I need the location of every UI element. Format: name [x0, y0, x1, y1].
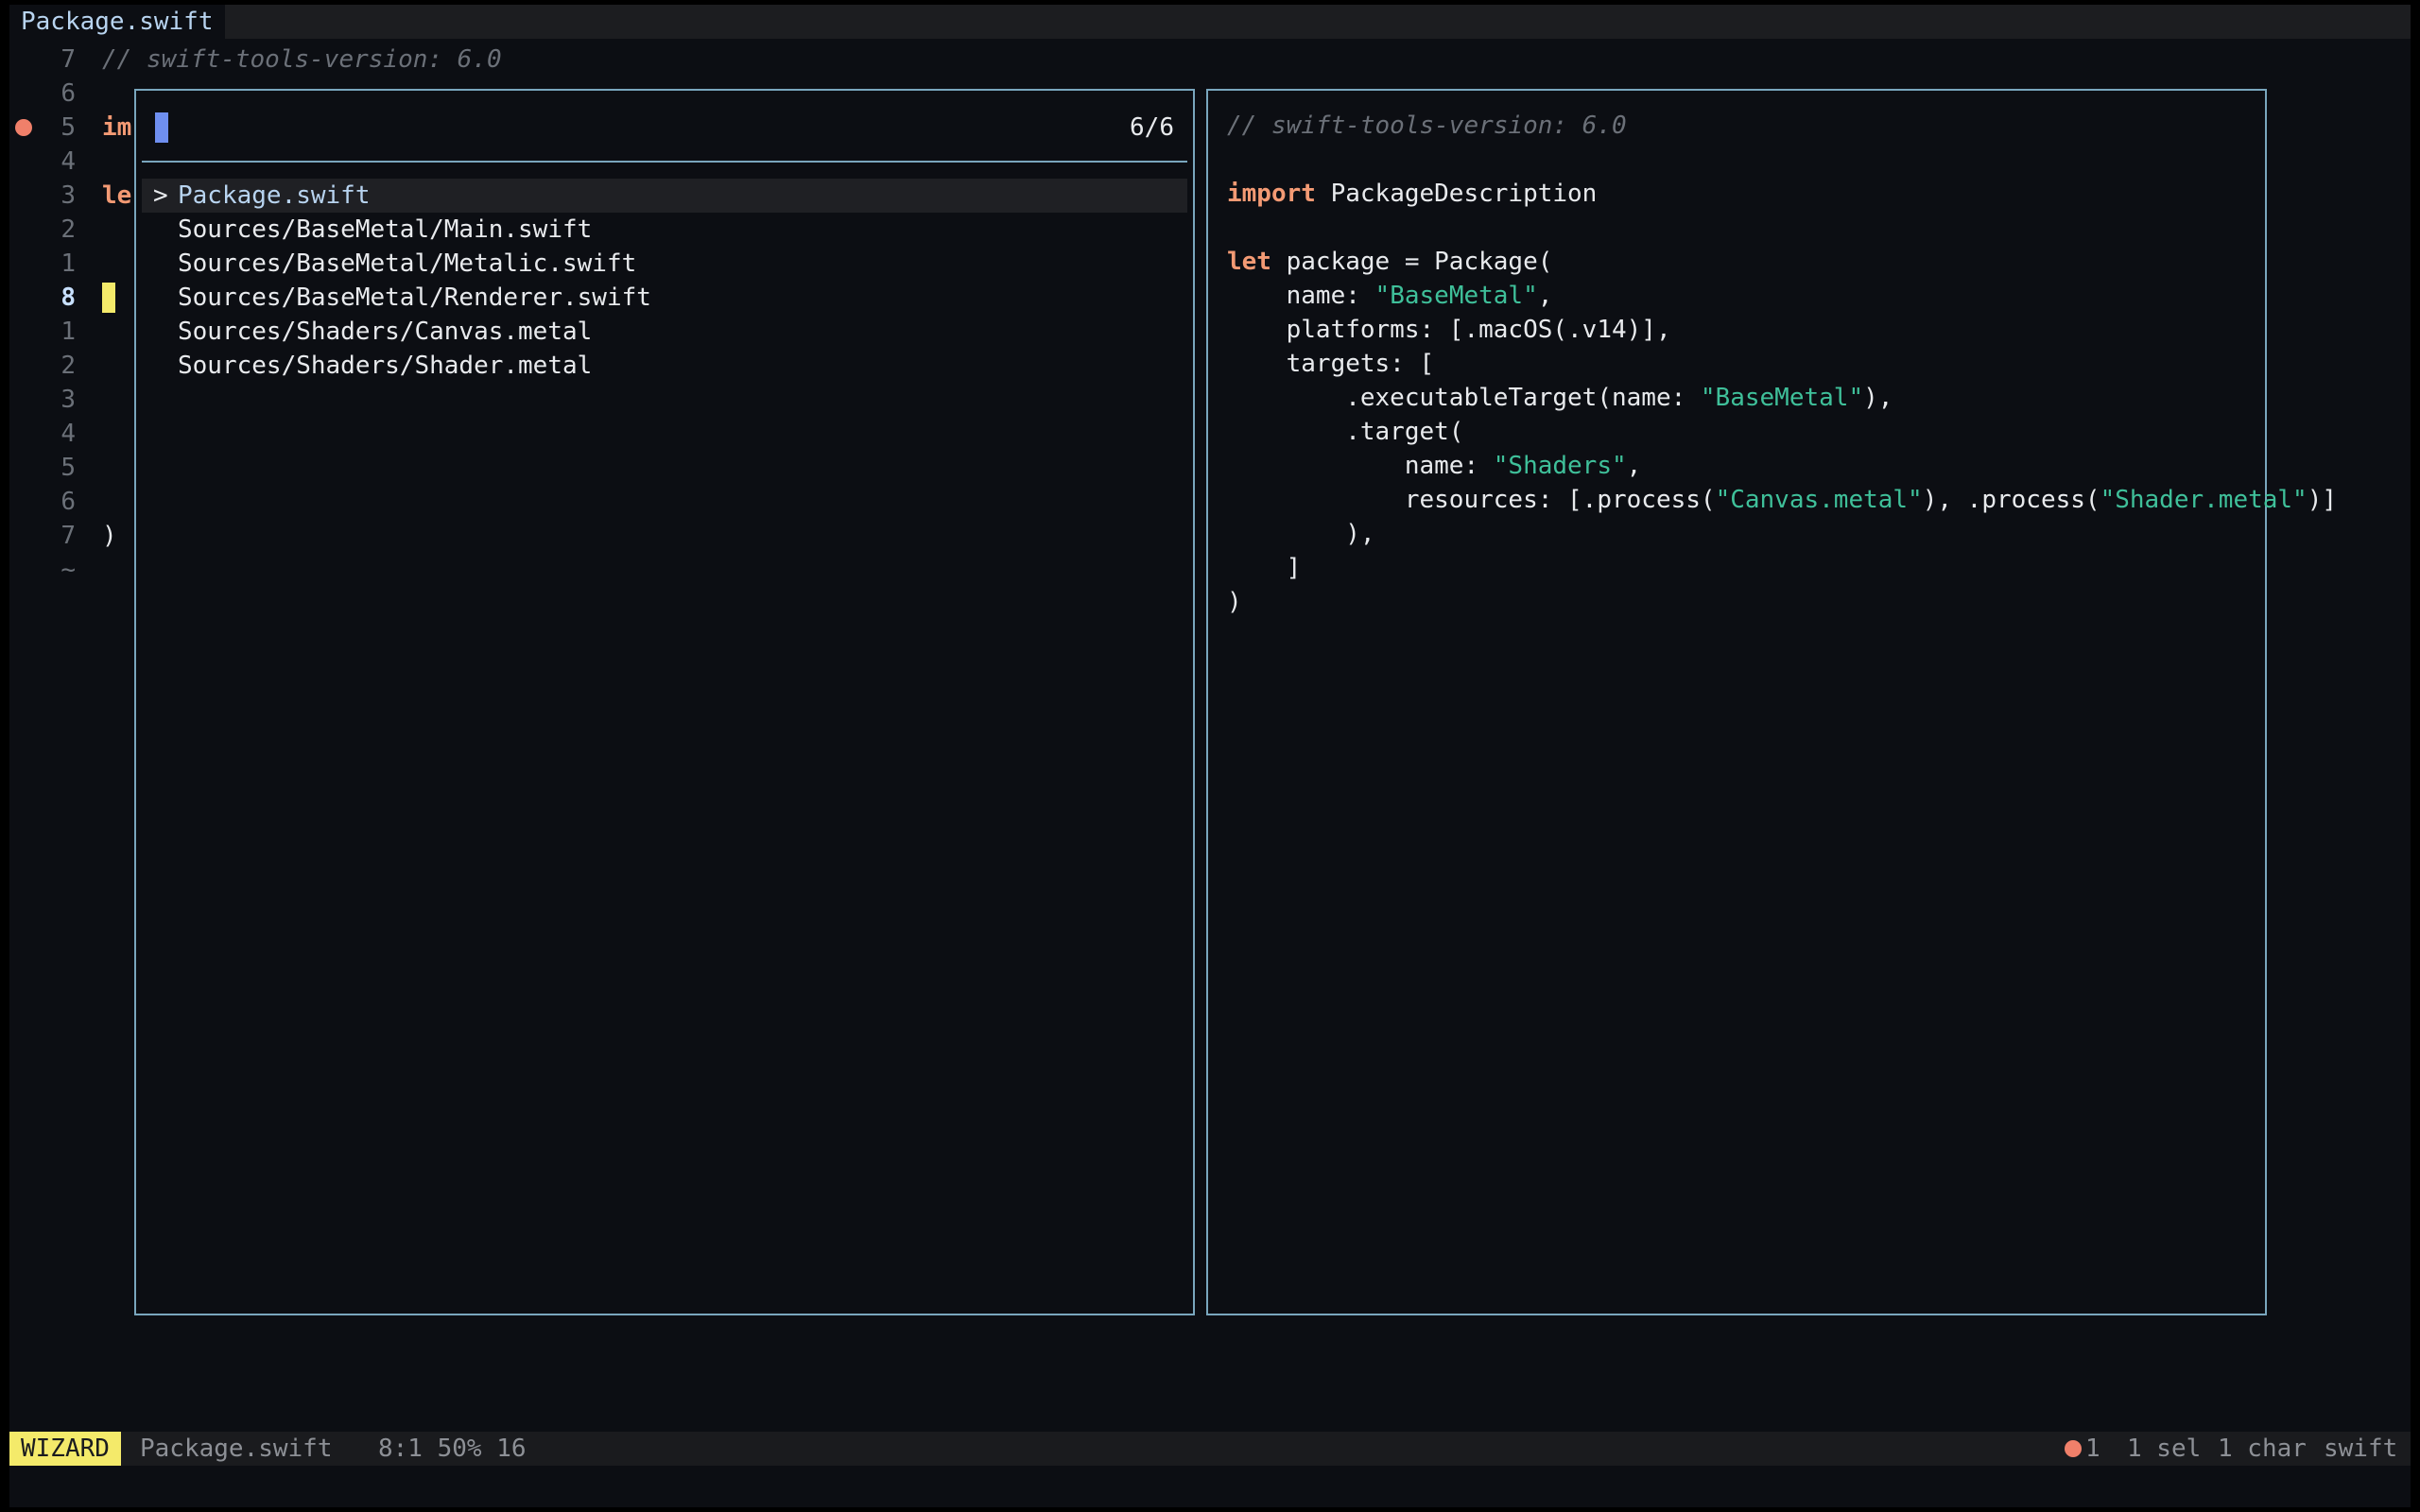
- selection-marker: >: [153, 181, 168, 210]
- editor-cursor: [102, 283, 115, 313]
- line-number: 3: [60, 181, 76, 210]
- line-number: 3: [60, 386, 76, 414]
- picker-divider: [142, 161, 1187, 163]
- resources-prefix: resources: [.process(: [1227, 486, 1716, 514]
- tab-package-swift[interactable]: Package.swift: [9, 5, 225, 39]
- terminal-window: Package.swift 7 6 5 4 3 2 1 8 1 2 3 4 5 …: [9, 5, 2411, 1507]
- preview-target-name-line: name: "Shaders",: [1227, 449, 1641, 483]
- empty-line-tilde: ~: [60, 556, 76, 584]
- line-number: 7: [60, 45, 76, 74]
- preview-targets-close-line: ]: [1227, 554, 1302, 582]
- status-cursor-position: 8:1 50% 16: [378, 1435, 527, 1463]
- line-number: 4: [60, 147, 76, 176]
- preview-let-line: let package = Package(: [1227, 245, 1552, 279]
- mode-indicator: WIZARD: [9, 1432, 121, 1466]
- code-line-comment: // swift-tools-version: 6.0: [102, 45, 502, 74]
- exec-suffix: ),: [1863, 384, 1893, 412]
- resources-middle: ), .process(: [1922, 486, 2100, 514]
- keyword-let: let: [1227, 248, 1271, 276]
- tab-bar: Package.swift: [9, 5, 2411, 39]
- line-number: 1: [60, 318, 76, 346]
- status-diagnostic-count[interactable]: 1: [2085, 1432, 2100, 1466]
- file-preview-panel: // swift-tools-version: 6.0 import Packa…: [1206, 89, 2337, 1315]
- resources-suffix: )]: [2307, 486, 2338, 514]
- target-name-key: name:: [1227, 452, 1494, 480]
- preview-executable-line: .executableTarget(name: "BaseMetal"),: [1227, 381, 1893, 415]
- preview-resources-line: resources: [.process("Canvas.metal"), .p…: [1227, 483, 2337, 517]
- import-module: PackageDescription: [1315, 180, 1598, 208]
- preview-name-line: name: "BaseMetal",: [1227, 279, 1553, 313]
- picker-item[interactable]: Sources/BaseMetal/Main.swift: [142, 213, 1187, 247]
- status-language: swift: [2324, 1435, 2398, 1463]
- line-number: 1: [60, 249, 76, 278]
- picker-item[interactable]: Sources/BaseMetal/Metalic.swift: [142, 247, 1187, 281]
- error-count-icon: [2065, 1440, 2082, 1457]
- code-line-let-partial: le: [102, 181, 132, 210]
- line-number: 4: [60, 420, 76, 448]
- picker-item[interactable]: Sources/Shaders/Canvas.metal: [142, 315, 1187, 349]
- exec-prefix: .executableTarget(name:: [1227, 384, 1701, 412]
- status-char-count: 1 char: [2218, 1435, 2307, 1463]
- status-bar: WIZARD Package.swift 8:1 50% 16 1 1 sel …: [9, 1432, 2411, 1466]
- target-name-comma: ,: [1626, 452, 1642, 480]
- keyword-import: import: [1227, 180, 1316, 208]
- resource-canvas-string: "Canvas.metal": [1715, 486, 1923, 514]
- picker-item[interactable]: > Package.swift: [142, 179, 1187, 213]
- preview-import-line: import PackageDescription: [1227, 177, 1597, 211]
- preview-target-open-line: .target(: [1227, 418, 1464, 446]
- exec-string: "BaseMetal": [1700, 384, 1864, 412]
- picker-search-input[interactable]: [155, 112, 168, 143]
- error-diagnostic-icon[interactable]: [15, 119, 32, 136]
- code-line-import-partial: im: [102, 113, 132, 142]
- preview-target-close-line: ),: [1227, 520, 1375, 548]
- code-line-close-paren: ): [102, 522, 117, 550]
- current-line-number: 8: [60, 284, 76, 312]
- line-number: 6: [60, 488, 76, 516]
- line-number: 7: [60, 522, 76, 550]
- file-picker-panel: 6/6 > Package.swift Sources/BaseMetal/Mai…: [134, 89, 1195, 1315]
- preview-platforms-line: platforms: [.macOS(.v14)],: [1227, 316, 1671, 344]
- line-number: 5: [60, 454, 76, 482]
- line-number: 2: [60, 352, 76, 380]
- picker-item[interactable]: Sources/Shaders/Shader.metal: [142, 349, 1187, 383]
- name-comma: ,: [1537, 282, 1553, 310]
- resource-shader-string: "Shader.metal": [2100, 486, 2308, 514]
- picker-item-label: Package.swift: [178, 181, 371, 210]
- status-selections: 1 sel: [2127, 1435, 2202, 1463]
- picker-match-count: 6/6: [1130, 113, 1174, 142]
- line-number: 6: [60, 79, 76, 108]
- picker-item[interactable]: Sources/BaseMetal/Renderer.swift: [142, 281, 1187, 315]
- status-filename: Package.swift: [140, 1435, 333, 1463]
- line-number: 2: [60, 215, 76, 244]
- preview-comment-line: // swift-tools-version: 6.0: [1227, 112, 1627, 140]
- preview-targets-line: targets: [: [1227, 350, 1435, 378]
- name-string: "BaseMetal": [1374, 282, 1538, 310]
- let-declaration: package = Package(: [1270, 248, 1553, 276]
- preview-close-line: ): [1227, 588, 1242, 616]
- name-key: name:: [1227, 282, 1375, 310]
- target-name-string: "Shaders": [1493, 452, 1627, 480]
